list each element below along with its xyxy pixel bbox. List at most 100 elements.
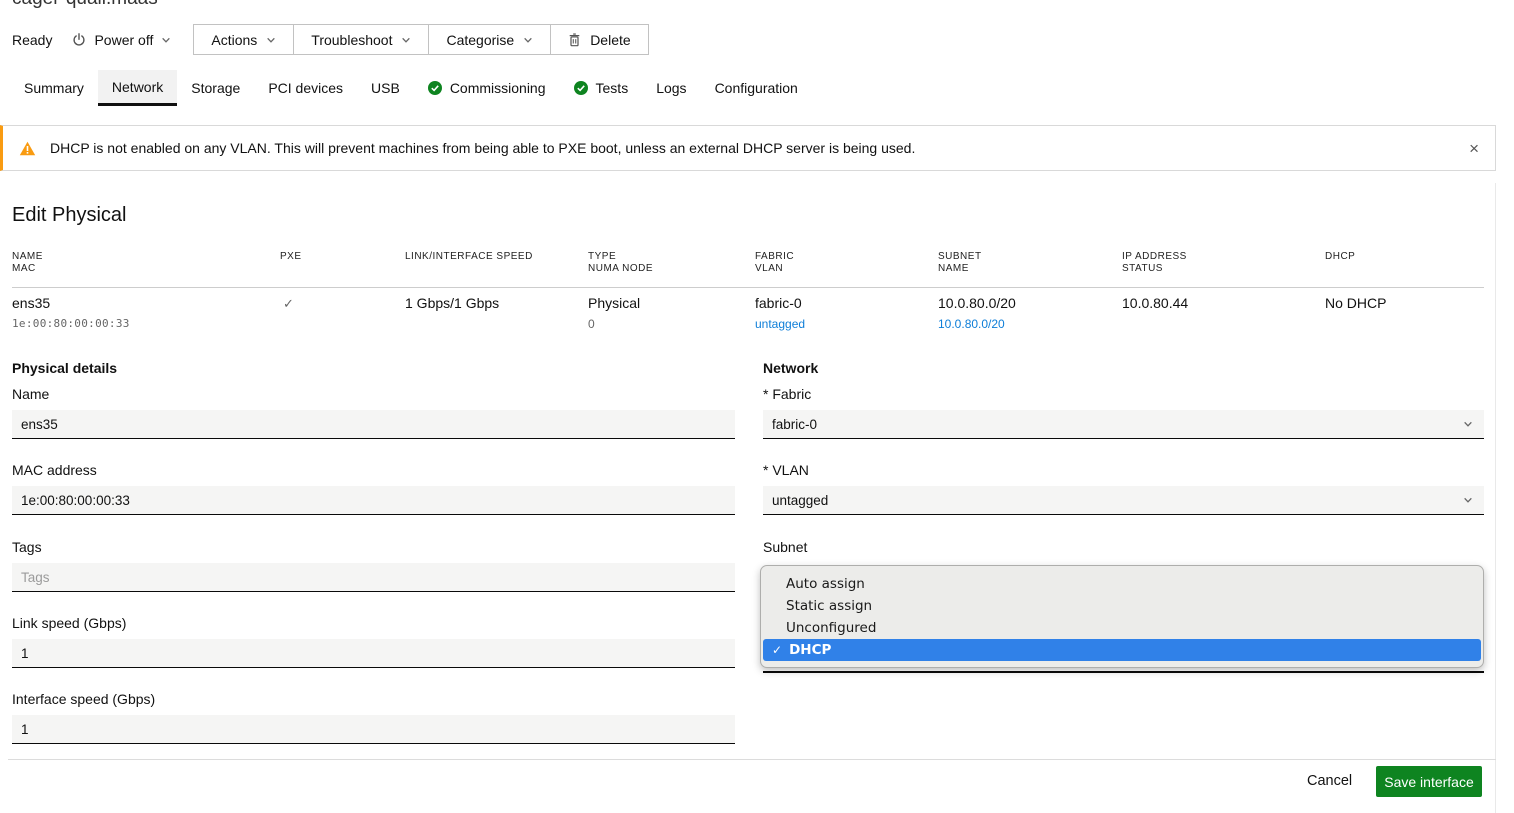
selected-check-icon: ✓ <box>772 643 782 657</box>
col-header-dhcp: DHCP <box>1325 251 1355 263</box>
card-right-border <box>1495 183 1496 813</box>
tags-label: Tags <box>12 539 42 555</box>
power-off-button[interactable]: Power off <box>72 32 171 48</box>
vlan-link[interactable]: untagged <box>755 315 805 333</box>
name-input[interactable] <box>12 410 735 439</box>
pxe-check-icon: ✓ <box>283 296 294 311</box>
tab-tests[interactable]: Tests <box>560 70 643 106</box>
machine-tabs: Summary Network Storage PCI devices USB … <box>0 70 812 106</box>
link-speed-label: Link speed (Gbps) <box>12 615 126 631</box>
trash-icon <box>568 33 581 47</box>
save-interface-button[interactable]: Save interface <box>1376 766 1482 797</box>
delete-button[interactable]: Delete <box>550 25 647 54</box>
link-speed-input[interactable] <box>12 639 735 668</box>
subnet-link[interactable]: 10.0.80.0/20 <box>938 315 1016 333</box>
col-header-pxe: PXE <box>280 251 302 263</box>
fabric-select[interactable]: fabric-0 <box>763 410 1484 439</box>
interface-speed-label: Interface speed (Gbps) <box>12 691 155 707</box>
edit-physical-title: Edit Physical <box>12 204 127 227</box>
vlan-label: * VLAN <box>763 462 809 478</box>
network-heading: Network <box>763 360 818 376</box>
vlan-select-value: untagged <box>772 493 828 508</box>
chevron-down-icon <box>523 35 533 45</box>
tab-label: Logs <box>656 80 686 96</box>
tab-commissioning[interactable]: Commissioning <box>414 70 560 106</box>
categorise-label: Categorise <box>446 32 514 48</box>
col-header-subnet-name: SUBNETNAME <box>938 251 982 275</box>
success-check-icon <box>574 81 588 95</box>
mac-address-input[interactable] <box>12 486 735 515</box>
tab-logs[interactable]: Logs <box>642 70 700 106</box>
name-label: Name <box>12 386 49 402</box>
actions-menu-button[interactable]: Actions <box>194 25 293 54</box>
success-check-icon <box>428 81 442 95</box>
tab-label: Storage <box>191 80 240 96</box>
troubleshoot-label: Troubleshoot <box>311 32 392 48</box>
dhcp-status: No DHCP <box>1325 294 1386 312</box>
interface-name: ens35 <box>12 294 130 312</box>
option-label: Static assign <box>786 598 872 614</box>
col-header-type-numa: TYPENUMA NODE <box>588 251 653 275</box>
col-header-ip-status: IP ADDRESSSTATUS <box>1122 251 1187 275</box>
tab-label: Tests <box>596 80 629 96</box>
vlan-select[interactable]: untagged <box>763 486 1484 515</box>
option-label: Auto assign <box>786 576 865 592</box>
subnet-dropdown-popup: Auto assign Static assign Unconfigured ✓… <box>760 565 1484 668</box>
link-interface-speed: 1 Gbps/1 Gbps <box>405 294 499 312</box>
col-header-name-mac: NAMEMAC <box>12 251 43 275</box>
interface-type: Physical <box>588 294 640 312</box>
subnet-label: Subnet <box>763 539 807 555</box>
interface-row-fabric-cell: fabric-0 untagged <box>755 294 805 333</box>
close-icon[interactable]: × <box>1469 140 1479 157</box>
fabric-select-value: fabric-0 <box>772 417 817 432</box>
tab-label: Summary <box>24 80 84 96</box>
tab-summary[interactable]: Summary <box>10 70 98 106</box>
tab-storage[interactable]: Storage <box>177 70 254 106</box>
chevron-down-icon <box>1463 419 1473 429</box>
tab-label: Configuration <box>715 80 798 96</box>
option-dhcp-selected[interactable]: ✓ DHCP <box>763 639 1481 661</box>
delete-label: Delete <box>590 32 630 48</box>
power-icon <box>72 33 86 47</box>
option-auto-assign[interactable]: Auto assign <box>761 573 1483 595</box>
page-title: cager-quail.maas <box>12 0 158 10</box>
power-button-label: Power off <box>94 32 153 48</box>
tab-usb[interactable]: USB <box>357 70 414 106</box>
chevron-down-icon <box>1463 495 1473 505</box>
categorise-menu-button[interactable]: Categorise <box>428 25 550 54</box>
machine-action-bar: Ready Power off Actions Troubleshoot Cat… <box>12 24 649 55</box>
col-header-fabric-vlan: FABRICVLAN <box>755 251 794 275</box>
tab-label: USB <box>371 80 400 96</box>
troubleshoot-menu-button[interactable]: Troubleshoot <box>293 25 428 54</box>
numa-node: 0 <box>588 315 640 333</box>
cancel-button[interactable]: Cancel <box>1307 773 1352 789</box>
option-unconfigured[interactable]: Unconfigured <box>761 617 1483 639</box>
table-header-divider <box>12 287 1484 288</box>
actions-label: Actions <box>211 32 257 48</box>
interface-row-speed-cell: 1 Gbps/1 Gbps <box>405 294 499 312</box>
tab-network[interactable]: Network <box>98 70 177 106</box>
interface-row-name-cell: ens35 1e:00:80:00:00:33 <box>12 294 130 333</box>
machine-details-page: cager-quail.maas Ready Power off Actions… <box>0 0 1514 813</box>
tab-label: Network <box>112 79 163 95</box>
tab-label: Commissioning <box>450 80 546 96</box>
fabric-name: fabric-0 <box>755 294 805 312</box>
tab-pci-devices[interactable]: PCI devices <box>254 70 357 106</box>
tab-configuration[interactable]: Configuration <box>701 70 812 106</box>
interface-row-ip-cell: 10.0.80.44 <box>1122 294 1188 312</box>
footer-divider <box>8 759 1496 760</box>
tags-input[interactable] <box>12 563 735 592</box>
interface-row-dhcp-cell: No DHCP <box>1325 294 1386 312</box>
subnet-select-border <box>763 671 1484 673</box>
banner-message: DHCP is not enabled on any VLAN. This wi… <box>50 140 915 156</box>
tab-label: PCI devices <box>268 80 343 96</box>
col-header-link-speed: LINK/INTERFACE SPEED <box>405 251 533 263</box>
option-label: DHCP <box>789 642 831 658</box>
chevron-down-icon <box>161 35 171 45</box>
option-static-assign[interactable]: Static assign <box>761 595 1483 617</box>
physical-details-heading: Physical details <box>12 360 117 376</box>
interface-row-type-cell: Physical 0 <box>588 294 640 333</box>
interface-row-pxe-cell: ✓ <box>283 294 294 313</box>
interface-speed-input[interactable] <box>12 715 735 744</box>
chevron-down-icon <box>266 35 276 45</box>
